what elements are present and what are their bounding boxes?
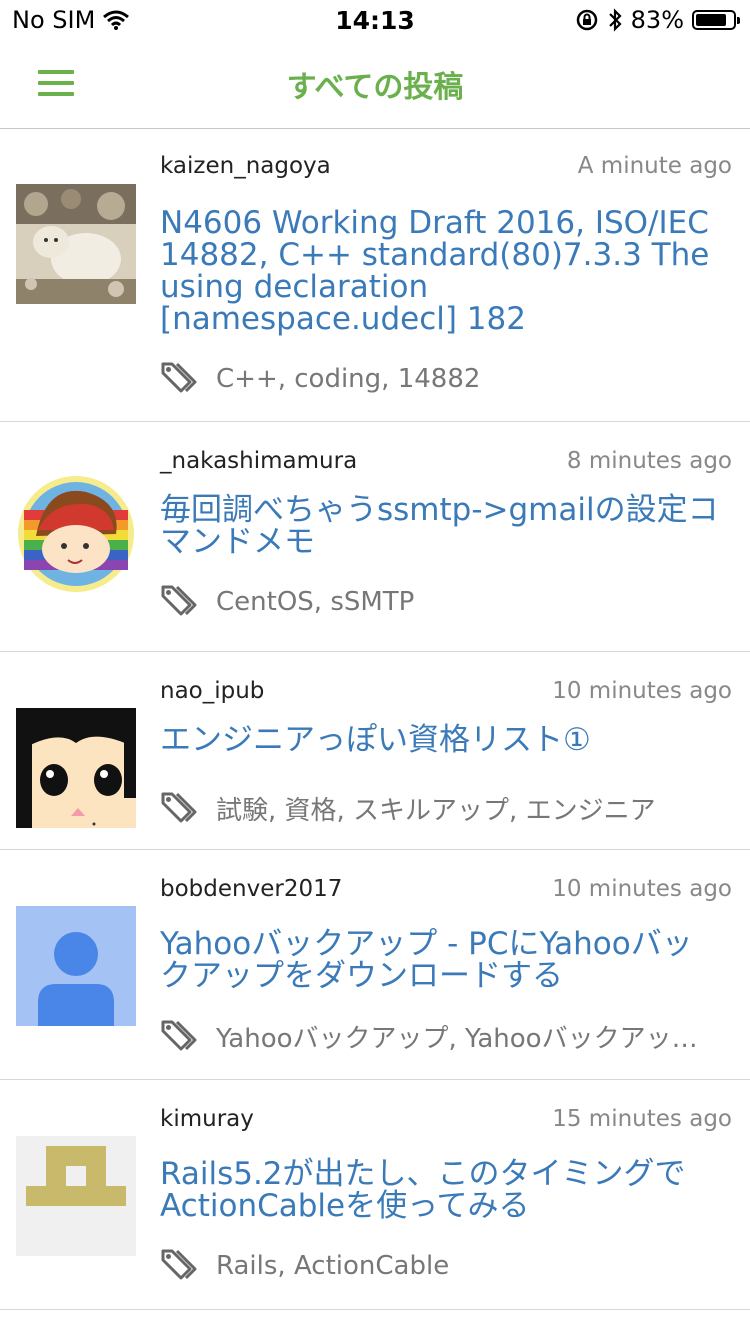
post-tags-text: C++, coding, 14882 xyxy=(216,364,481,394)
avatar[interactable] xyxy=(16,1136,136,1256)
post-author[interactable]: nao_ipub xyxy=(160,678,264,704)
tag-icon xyxy=(161,362,197,393)
post-author[interactable]: bobdenver2017 xyxy=(160,876,342,902)
tag-icon xyxy=(161,1249,197,1280)
post-tags-text: CentOS, sSMTP xyxy=(216,587,415,617)
post-time: 10 minutes ago xyxy=(552,876,732,902)
post-time: 8 minutes ago xyxy=(566,448,732,474)
post-tags: Rails, ActionCable xyxy=(160,1248,720,1284)
post-tags: 試験, 資格, スキルアップ, エンジニア xyxy=(160,790,720,827)
post-title[interactable]: N4606 Working Draft 2016, ISO/IEC 14882,… xyxy=(160,207,722,335)
navigation-bar: すべての投稿 xyxy=(0,40,750,129)
tag-icon xyxy=(161,1020,197,1050)
post-tags-text: Rails, ActionCable xyxy=(216,1251,450,1281)
post-title[interactable]: エンジニアっぽい資格リスト① xyxy=(160,724,722,756)
post-tags: C++, coding, 14882 xyxy=(160,361,720,397)
post-title[interactable]: 毎回調べちゃうssmtp->gmailの設定コマンドメモ xyxy=(160,494,722,558)
post-author[interactable]: _nakashimamura xyxy=(160,448,357,474)
post-item[interactable]: nao_ipub 10 minutes ago エンジニアっぽい資格リスト① 試… xyxy=(0,652,750,850)
post-time: 10 minutes ago xyxy=(552,678,732,704)
post-tags: CentOS, sSMTP xyxy=(160,584,720,620)
post-tags: Yahooバックアップ, Yahooバックアッ… xyxy=(160,1018,720,1055)
status-bar: No SIM 14:13 83% xyxy=(0,0,750,40)
rotation-lock-icon xyxy=(576,9,597,31)
avatar[interactable] xyxy=(16,474,136,594)
page-title: すべての投稿 xyxy=(286,70,464,105)
avatar[interactable] xyxy=(16,184,136,304)
battery-level-fill xyxy=(696,14,726,26)
post-time: 15 minutes ago xyxy=(552,1106,732,1132)
battery-icon xyxy=(692,10,740,30)
post-time: A minute ago xyxy=(577,153,732,179)
post-item[interactable]: bobdenver2017 10 minutes ago Yahooバックアップ… xyxy=(0,850,750,1080)
battery-percent: 83% xyxy=(630,6,684,34)
post-tags-text: Yahooバックアップ, Yahooバックアッ… xyxy=(216,1024,698,1054)
avatar[interactable] xyxy=(16,906,136,1026)
post-author[interactable]: kimuray xyxy=(160,1106,254,1132)
post-tags-text: 試験, 資格, スキルアップ, エンジニア xyxy=(216,796,656,826)
post-item[interactable]: kimuray 15 minutes ago Rails5.2が出たし、このタイ… xyxy=(0,1080,750,1310)
tag-icon xyxy=(161,792,197,822)
post-title[interactable]: Rails5.2が出たし、このタイミングでActionCableを使ってみる xyxy=(160,1158,722,1222)
post-title[interactable]: Yahooバックアップ - PCにYahooバックアップをダウンロードする xyxy=(160,928,722,992)
post-author[interactable]: kaizen_nagoya xyxy=(160,153,331,179)
bluetooth-icon xyxy=(608,8,622,32)
tag-icon xyxy=(161,585,197,616)
post-feed: kaizen_nagoya A minute ago N4606 Working… xyxy=(0,129,750,1310)
post-item[interactable]: _nakashimamura 8 minutes ago 毎回調べちゃうssmt… xyxy=(0,422,750,652)
avatar[interactable] xyxy=(16,708,136,828)
post-item[interactable]: kaizen_nagoya A minute ago N4606 Working… xyxy=(0,129,750,422)
